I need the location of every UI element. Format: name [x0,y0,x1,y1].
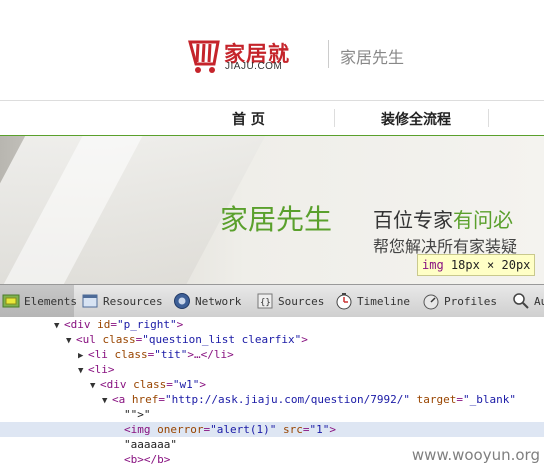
element-size-tooltip: img 18px × 20px [417,254,536,276]
nav-item-home[interactable]: 首 页 [232,109,265,129]
tab-profiles[interactable]: Profiles [422,285,497,317]
resources-icon [81,292,99,310]
watermark: www.wooyun.org [411,446,540,464]
tab-audits-label: Au [534,294,544,308]
sources-icon: {} [256,292,274,310]
banner-title: 家居先生 [220,203,333,236]
svg-text:{}: {} [260,298,271,308]
tab-timeline-label: Timeline [357,294,410,308]
dom-node-div-w1[interactable]: ▼ <div class="w1"> [0,377,544,392]
nav-separator [488,109,489,127]
elements-icon [2,292,20,310]
dom-node-ul-question-list[interactable]: ▼ <ul class="question_list clearfix"> [0,332,544,347]
nav-separator [334,109,335,127]
tab-timeline[interactable]: Timeline [335,285,410,317]
dom-tree[interactable]: ▼ <div id="p_right"> ▼ <ul class="question… [0,317,544,466]
site-header: 家居就 JIAJU.COM 家居先生 [0,0,544,100]
brand-domain: JIAJU.COM [225,61,283,72]
dom-text-node[interactable]: "">" [0,407,544,422]
network-icon [173,292,191,310]
tab-audits[interactable]: Au [512,285,544,317]
tab-sources[interactable]: {} Sources [256,285,324,317]
logo-divider [328,40,329,68]
site-tagline: 家居先生 [340,48,405,67]
dom-node-div-p-right[interactable]: ▼ <div id="p_right"> [0,317,544,332]
tab-profiles-label: Profiles [444,294,497,308]
dom-node-img-onerror[interactable]: <img onerror="alert(1)" src="1"> [0,422,544,437]
tab-elements[interactable]: Elements [0,285,77,317]
timeline-icon [335,292,353,310]
banner-subtitle-b: 有问必 [453,208,513,232]
main-nav: 首 页 装修全流程 [0,100,544,137]
tab-network[interactable]: Network [173,285,241,317]
shopping-cart-logo-icon[interactable] [188,36,222,76]
banner-subtitle-a: 百位专家 [373,208,453,232]
tab-resources-label: Resources [103,294,163,308]
devtools-toolbar: Elements Resources Network {} Sources Ti… [0,284,544,318]
dom-node-li-tit[interactable]: ▶ <li class="tit">…</li> [0,347,544,362]
tooltip-tag: img [422,258,444,272]
tab-network-label: Network [195,294,242,308]
tooltip-size: 18px × 20px [450,258,531,272]
nav-item-process[interactable]: 装修全流程 [381,109,451,129]
profiles-icon [422,292,440,310]
tab-resources[interactable]: Resources [81,285,163,317]
dom-node-a-question[interactable]: ▼ <a href="http://ask.jiaju.com/question/… [0,392,544,407]
tab-sources-label: Sources [278,294,325,308]
dom-node-li[interactable]: ▼ <li> [0,362,544,377]
tab-elements-label: Elements [24,294,77,308]
audits-icon [512,292,530,310]
banner-subtitle: 百位专家有问必 [373,204,513,233]
